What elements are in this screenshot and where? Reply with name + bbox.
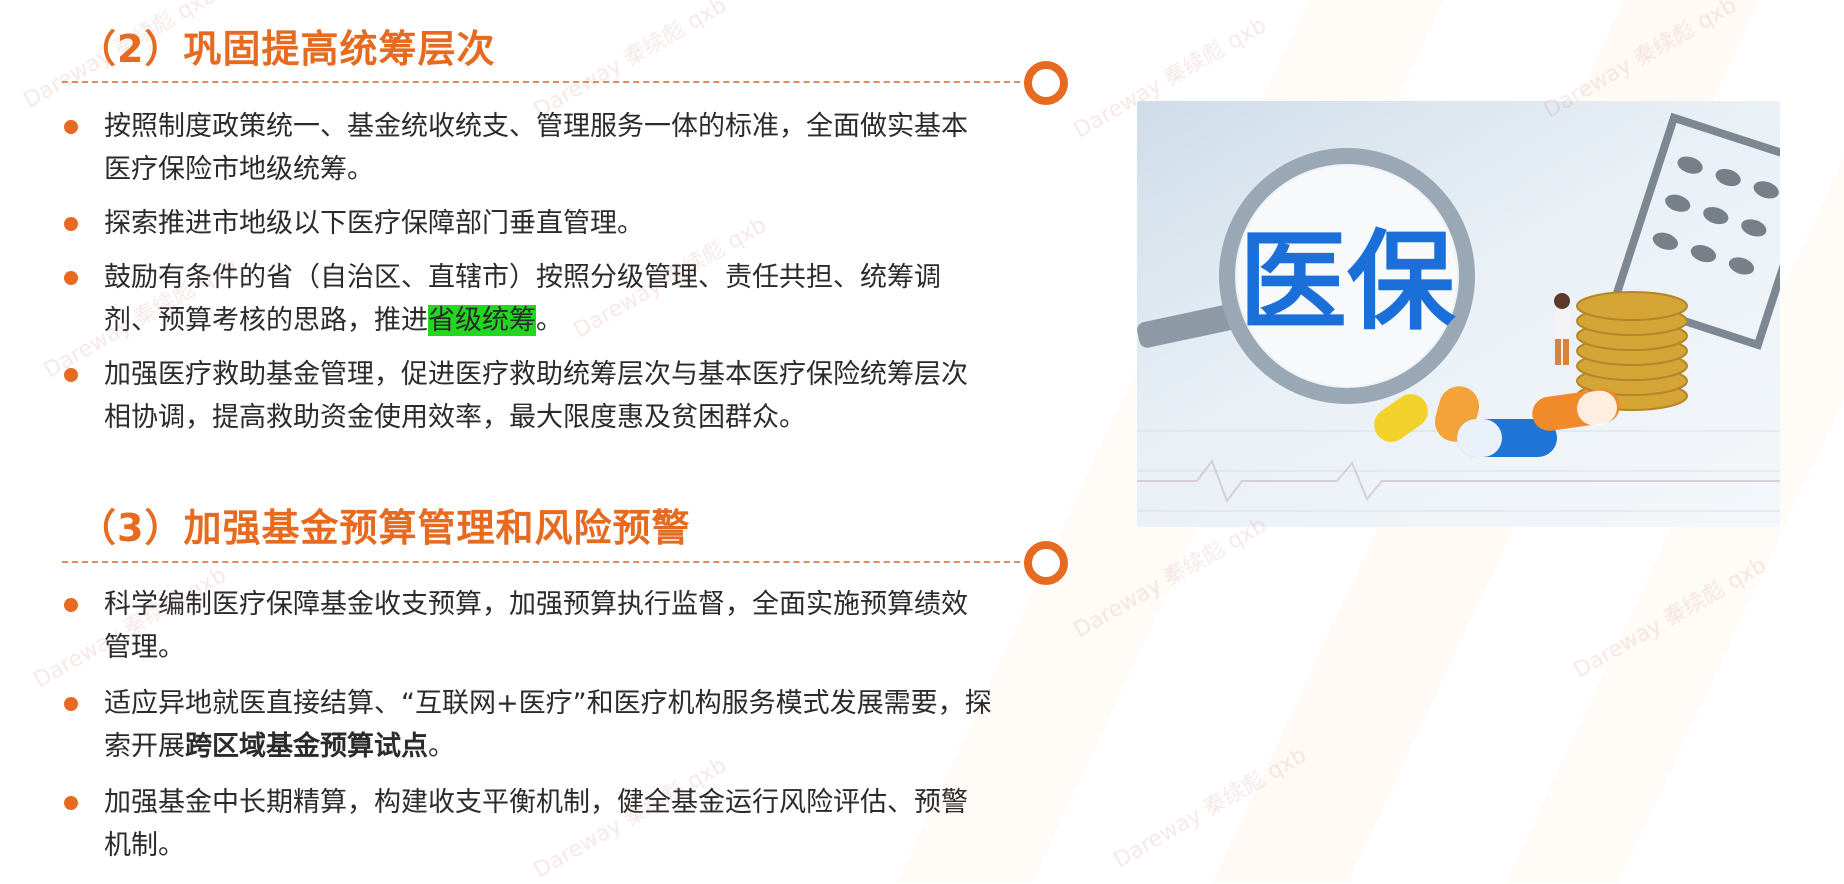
list-item: 加强医疗救助基金管理，促进医疗救助统筹层次与基本医疗保险统筹层次相协调，提高救助… <box>62 353 992 439</box>
list-item: 适应异地就医直接结算、“互联网+医疗”和医疗机构服务模式发展需要，探索开展跨区域… <box>62 682 992 768</box>
section-3-title: （3）加强基金预算管理和风险预警 <box>78 506 691 550</box>
bold-text: 跨区域基金预算试点 <box>185 731 428 762</box>
sign-text: 医保 <box>1239 220 1456 345</box>
list-item: 探索推进市地级以下医疗保障部门垂直管理。 <box>62 202 992 245</box>
list-item-text: 加强医疗救助基金管理，促进医疗救助统筹层次与基本医疗保险统筹层次相协调，提高救助… <box>104 359 968 433</box>
list-item: 科学编制医疗保障基金收支预算，加强预算执行监督，全面实施预算绩效管理。 <box>62 583 992 669</box>
bullet-dot-icon <box>64 697 78 711</box>
section-2-title: （2）巩固提高统筹层次 <box>78 27 496 71</box>
list-item-text: 按照制度政策统一、基金统收统支、管理服务一体的标准，全面做实基本医疗保险市地级统… <box>104 111 968 185</box>
ring-marker-icon <box>1024 61 1068 105</box>
bullet-dot-icon <box>64 598 78 612</box>
highlighted-text: 省级统筹 <box>428 305 536 336</box>
section-3-list: 科学编制医疗保障基金收支预算，加强预算执行监督，全面实施预算绩效管理。 适应异地… <box>62 583 992 867</box>
list-item-text-end: 。 <box>428 731 455 762</box>
bullet-dot-icon <box>64 120 78 134</box>
list-item: 鼓励有条件的省（自治区、直辖市）按照分级管理、责任共担、统筹调剂、预算考核的思路… <box>62 256 992 342</box>
bullet-dot-icon <box>64 796 78 810</box>
list-item-text: 探索推进市地级以下医疗保障部门垂直管理。 <box>104 208 644 239</box>
section-2-list: 按照制度政策统一、基金统收统支、管理服务一体的标准，全面做实基本医疗保险市地级统… <box>62 105 992 439</box>
list-item: 加强基金中长期精算，构建收支平衡机制，健全基金运行风险评估、预警机制。 <box>62 781 992 867</box>
list-item: 按照制度政策统一、基金统收统支、管理服务一体的标准，全面做实基本医疗保险市地级统… <box>62 105 992 191</box>
ring-marker-icon <box>1024 541 1068 585</box>
watermark-text: Dareway 秦续彪 qxb <box>1069 512 1271 644</box>
section-2-divider <box>62 81 1040 83</box>
watermark-text: Dareway 秦续彪 qxb <box>1109 742 1311 874</box>
medical-insurance-photo: 医保 <box>1137 101 1780 527</box>
list-item-text: 科学编制医疗保障基金收支预算，加强预算执行监督，全面实施预算绩效管理。 <box>104 589 968 663</box>
bullet-dot-icon <box>64 368 78 382</box>
bullet-dot-icon <box>64 217 78 231</box>
section-3-divider <box>62 561 1040 563</box>
bullet-dot-icon <box>64 271 78 285</box>
photo-illustration: 医保 <box>1137 112 1780 512</box>
list-item-text: 加强基金中长期精算，构建收支平衡机制，健全基金运行风险评估、预警机制。 <box>104 787 968 861</box>
list-item-text-end: 。 <box>536 305 563 336</box>
watermark-text: Dareway 秦续彪 qxb <box>1569 552 1771 684</box>
